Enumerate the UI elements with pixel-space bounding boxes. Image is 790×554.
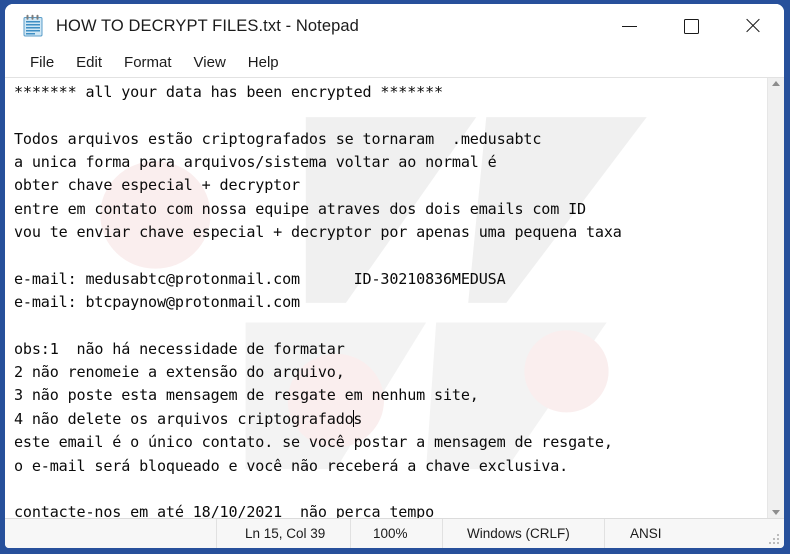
- minimize-button[interactable]: [598, 4, 660, 48]
- text-line: [14, 314, 767, 337]
- text-line: [14, 244, 767, 267]
- text-line: vou te enviar chave especial + decryptor…: [14, 223, 622, 242]
- editor-area: ******* all your data has been encrypted…: [5, 77, 784, 518]
- maximize-icon: [683, 18, 699, 34]
- status-line-col: Ln 15, Col 39: [216, 519, 350, 548]
- close-icon: [744, 17, 762, 35]
- title-bar-left: HOW TO DECRYPT FILES.txt - Notepad: [5, 14, 598, 38]
- text-caret: [352, 409, 354, 427]
- window-title: HOW TO DECRYPT FILES.txt - Notepad: [56, 16, 359, 35]
- vertical-scrollbar[interactable]: [767, 78, 784, 518]
- status-bar: Ln 15, Col 39 100% Windows (CRLF) ANSI: [5, 518, 784, 548]
- window-frame: HOW TO DECRYPT FILES.txt - Notepad File …: [0, 0, 790, 554]
- text-line: Todos arquivos estão criptografados se t…: [14, 129, 542, 148]
- text-line: este email é o único contato. se você po…: [14, 433, 613, 452]
- menu-item-file[interactable]: File: [19, 52, 65, 74]
- text-line: obs:1 não há necessidade de formatar: [14, 339, 345, 358]
- text-line: 3 não poste esta mensagem de resgate em …: [14, 386, 479, 405]
- text-line: contacte-nos em até 18/10/2021 não perca…: [14, 503, 435, 518]
- text-line: e-mail: btcpaynow@protonmail.com: [14, 293, 300, 312]
- menu-item-format[interactable]: Format: [113, 52, 183, 74]
- maximize-button[interactable]: [660, 4, 722, 48]
- resize-grip-icon[interactable]: [769, 533, 780, 544]
- text-line: 2 não renomeie a extensão do arquivo,: [14, 363, 345, 382]
- status-spacer: [5, 519, 216, 548]
- minimize-icon: [621, 25, 637, 27]
- status-zoom[interactable]: 100%: [350, 519, 442, 548]
- close-button[interactable]: [722, 4, 784, 48]
- text-line: ******* all your data has been encrypted…: [14, 83, 443, 101]
- menu-item-edit[interactable]: Edit: [65, 52, 113, 74]
- notepad-icon: [22, 14, 44, 38]
- text-line: 4 não delete os arquivos criptografados: [14, 409, 363, 428]
- text-line: obter chave especial + decryptor: [14, 176, 300, 195]
- text-line: e-mail: medusabtc@protonmail.com ID-3021…: [14, 269, 506, 288]
- scroll-down-icon[interactable]: [772, 510, 780, 515]
- text-line: [14, 478, 767, 501]
- menu-bar: File Edit Format View Help: [5, 48, 784, 77]
- scroll-up-icon[interactable]: [772, 81, 780, 86]
- status-encoding[interactable]: ANSI: [604, 519, 784, 548]
- window-controls: [598, 4, 784, 48]
- title-bar[interactable]: HOW TO DECRYPT FILES.txt - Notepad: [5, 4, 784, 48]
- notepad-window: HOW TO DECRYPT FILES.txt - Notepad File …: [5, 4, 784, 548]
- document-text: ******* all your data has been encrypted…: [14, 81, 767, 518]
- text-line: entre em contato com nossa equipe atrave…: [14, 199, 586, 218]
- menu-item-help[interactable]: Help: [237, 52, 290, 74]
- menu-item-view[interactable]: View: [183, 52, 237, 74]
- text-line: o e-mail será bloqueado e você não receb…: [14, 456, 569, 475]
- text-line: a unica forma para arquivos/sistema volt…: [14, 153, 497, 172]
- text-line: [14, 104, 767, 127]
- text-editor[interactable]: ******* all your data has been encrypted…: [5, 78, 767, 518]
- status-line-ending[interactable]: Windows (CRLF): [442, 519, 604, 548]
